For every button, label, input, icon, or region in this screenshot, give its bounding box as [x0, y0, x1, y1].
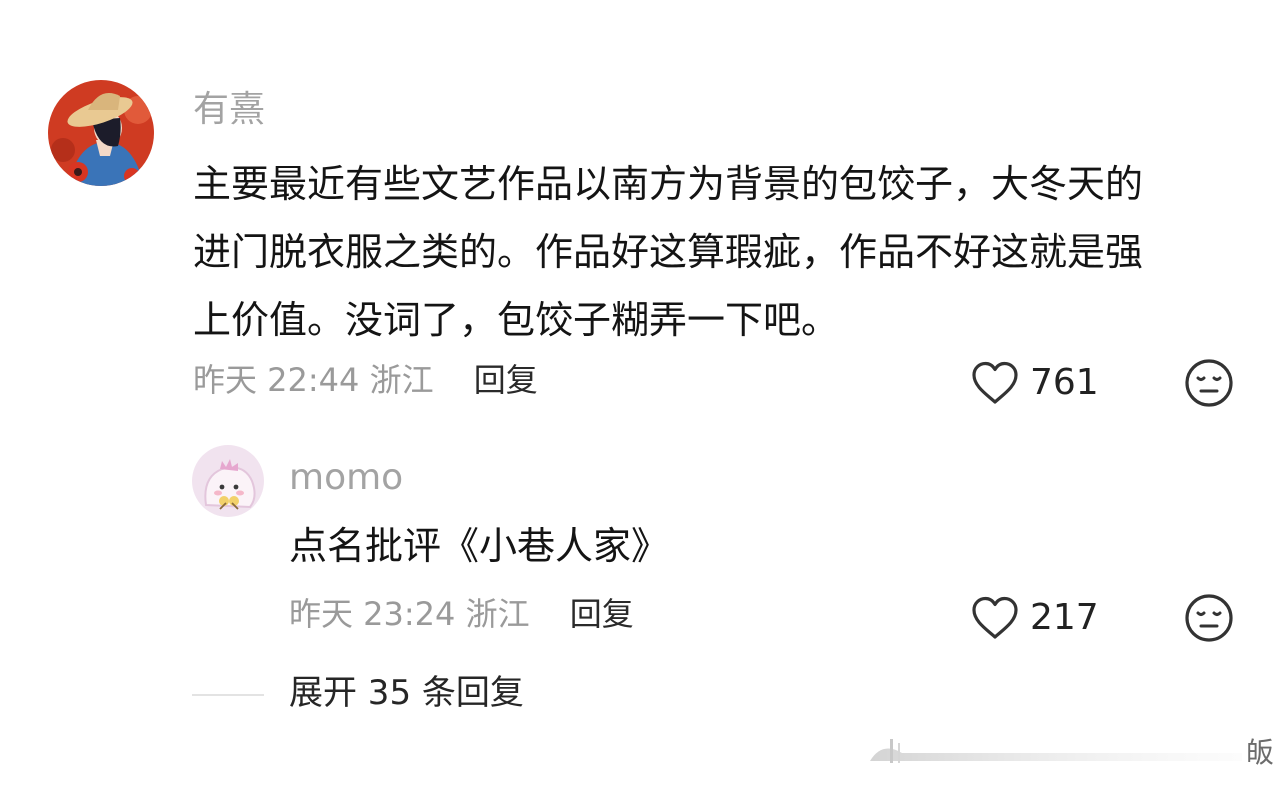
commenter-name[interactable]: 有熹 [193, 92, 265, 128]
meh-face-icon [1185, 594, 1233, 642]
comment-text-line: 主要最近有些文艺作品以南方为背景的包饺子，大冬天的 [193, 162, 1144, 206]
like-button[interactable]: 761 [970, 358, 1099, 408]
woman-straw-hat-icon [48, 80, 154, 186]
comment-text-line: 进门脱衣服之类的。作品好这算瑕疵，作品不好这就是强 [193, 230, 1144, 274]
comment-text: 主要最近有些文艺作品以南方为背景的包饺子，大冬天的 进门脱衣服之类的。作品好这算… [193, 150, 1143, 354]
reply-commenter-avatar[interactable] [192, 445, 264, 517]
comment-location: 浙江 [369, 361, 434, 399]
dislike-button[interactable] [1184, 358, 1234, 408]
pink-dinosaur-icon [192, 445, 264, 517]
watermark: 皈 [854, 730, 1274, 772]
dislike-button[interactable] [1184, 593, 1234, 643]
watermark-text: 皈 [1245, 736, 1274, 769]
heart-icon [972, 361, 1018, 404]
meh-face-icon [1185, 359, 1233, 407]
like-count: 217 [1030, 597, 1099, 638]
reply-commenter-name[interactable]: momo [289, 460, 403, 496]
reply-location: 浙江 [465, 595, 530, 633]
reply-button[interactable]: 回复 [474, 361, 538, 399]
reply-time: 昨天 23:24 [289, 595, 456, 633]
comment-meta: 昨天 22:44 浙江 回复 [193, 364, 538, 396]
reply-meta: 昨天 23:24 浙江 回复 [289, 598, 634, 630]
heart-icon [972, 596, 1018, 639]
expand-divider [192, 694, 264, 696]
reply-button[interactable]: 回复 [570, 595, 634, 633]
like-count: 761 [1030, 362, 1099, 403]
expand-replies-button[interactable]: 展开 35 条回复 [289, 676, 524, 710]
commenter-avatar[interactable] [48, 80, 154, 186]
watermark-swoosh-icon [869, 739, 1242, 763]
comment-time: 昨天 22:44 [193, 361, 360, 399]
like-button[interactable]: 217 [970, 593, 1099, 643]
comment-text-line: 上价值。没词了，包饺子糊弄一下吧。 [193, 298, 840, 342]
reply-text: 点名批评《小巷人家》 [289, 524, 670, 568]
